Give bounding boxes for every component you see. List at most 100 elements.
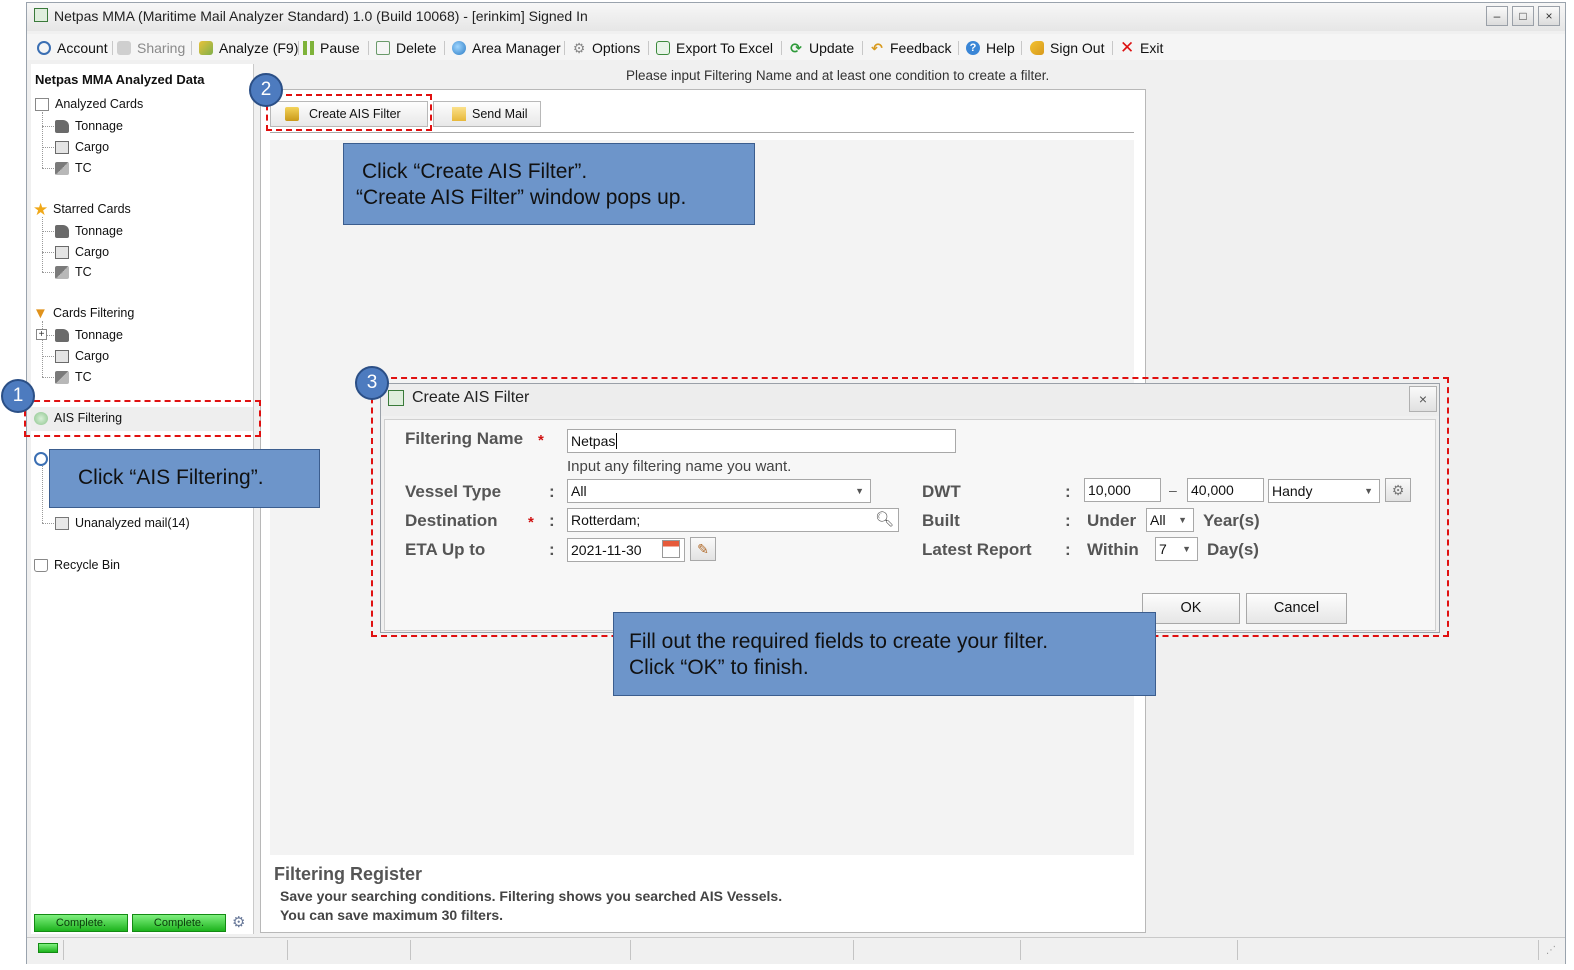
at-icon <box>37 41 51 55</box>
sidebar-item-label: Starred Cards <box>53 202 131 216</box>
connection-indicator-icon <box>38 943 58 953</box>
menu-export-excel-label: Export To Excel <box>676 40 774 56</box>
minimize-button[interactable]: – <box>1486 6 1508 26</box>
menu-export-excel[interactable]: Export To Excel <box>656 39 773 57</box>
sidebar-item-analyzed-cargo[interactable]: Cargo <box>55 140 109 154</box>
sidebar-item-starred-tc[interactable]: TC <box>55 265 92 279</box>
sidebar-item-filtering-tonnage[interactable]: Tonnage <box>55 328 123 342</box>
callout-step-3-line2: Click “OK” to finish. <box>629 656 809 679</box>
sidebar-item-label: Analyzed Cards <box>55 97 144 111</box>
star-icon: ★ <box>33 199 49 219</box>
progress-bar-1: Complete. <box>34 914 128 932</box>
menu-sharing[interactable]: Sharing <box>117 39 185 57</box>
menu-sign-out[interactable]: Sign Out <box>1030 39 1104 57</box>
tc-icon <box>55 265 69 279</box>
menu-exit[interactable]: ✕ Exit <box>1120 39 1163 57</box>
callout-step-2-line1: Click “Create AIS Filter”. <box>362 160 588 183</box>
progress-bar-2: Complete. <box>132 914 226 932</box>
sidebar-item-cards-filtering[interactable]: ▼ Cards Filtering <box>33 306 135 321</box>
expand-plus-icon[interactable]: + <box>36 329 47 340</box>
menu-area-manager[interactable]: Area Manager <box>452 39 561 57</box>
highlight-dialog <box>371 377 1449 637</box>
filter-hint: Please input Filtering Name and at least… <box>626 68 1050 83</box>
settings-gear-icon[interactable]: ⚙ <box>232 913 245 931</box>
menu-pause-label: Pause <box>320 40 360 56</box>
sidebar-item-starred-tonnage[interactable]: Tonnage <box>55 224 123 238</box>
ship-icon <box>55 119 69 133</box>
card-icon <box>35 97 49 111</box>
feedback-arrow-icon: ↶ <box>871 40 883 56</box>
step-2-badge: 2 <box>249 73 283 107</box>
filtering-register-line2: You can save maximum 30 filters. <box>280 907 504 923</box>
menu-help[interactable]: ? Help <box>966 39 1015 57</box>
tc-icon <box>55 161 69 175</box>
sidebar-item-filtering-cargo[interactable]: Cargo <box>55 349 109 363</box>
menu-feedback[interactable]: ↶ Feedback <box>870 39 951 57</box>
menu-update-label: Update <box>809 40 855 56</box>
sidebar-item-label: Cargo <box>75 349 110 363</box>
ship-icon <box>55 328 69 342</box>
pause-icon <box>303 41 314 55</box>
filtering-register-line1: Save your searching conditions. Filterin… <box>280 888 783 904</box>
sidebar-item-label: Recycle Bin <box>54 558 120 572</box>
menu-analyze-label: Analyze (F9) <box>219 40 299 56</box>
menu-area-manager-label: Area Manager <box>472 40 561 56</box>
globe-icon <box>452 41 466 55</box>
sidebar-item-filtering-tc[interactable]: TC <box>55 370 92 384</box>
sidebar-item-starred-cargo[interactable]: Cargo <box>55 245 109 259</box>
key-icon <box>1030 41 1044 55</box>
sidebar-item-label: Unanalyzed mail(14) <box>75 516 190 530</box>
app-icon <box>34 8 48 22</box>
callout-step-3-line1: Fill out the required fields to create y… <box>629 630 1049 653</box>
menu-options[interactable]: ⚙ Options <box>572 39 641 57</box>
sidebar-item-analyzed-tonnage[interactable]: Tonnage <box>55 119 123 133</box>
share-icon <box>117 41 131 55</box>
exit-x-icon: ✕ <box>1120 38 1135 57</box>
callout-step-1: Click “AIS Filtering”. <box>49 449 320 508</box>
menu-analyze[interactable]: Analyze (F9) <box>199 39 298 57</box>
callout-step-2: Click “Create AIS Filter”. “Create AIS Fi… <box>343 143 755 225</box>
sidebar-header: Netpas MMA Analyzed Data <box>35 72 205 87</box>
sidebar-item-analyzed-cards[interactable]: Analyzed Cards <box>35 97 143 111</box>
sidebar-item-recycle-bin[interactable]: Recycle Bin <box>34 558 120 572</box>
sidebar-item-starred-cards[interactable]: ★ Starred Cards <box>33 199 131 219</box>
highlight-ais-filtering <box>24 400 261 437</box>
sidebar-item-label: Cargo <box>75 245 110 259</box>
filtering-register-title: Filtering Register <box>274 864 423 884</box>
mail-at-icon <box>34 452 48 466</box>
menu-account-label: Account <box>57 40 108 56</box>
step-3-badge: 3 <box>355 366 389 400</box>
help-icon: ? <box>966 41 980 55</box>
menu-sharing-label: Sharing <box>137 40 186 56</box>
highlight-create-ais-filter <box>266 94 432 131</box>
sidebar-item-unanalyzed-mail[interactable]: Unanalyzed mail(14) <box>55 516 190 530</box>
menu-delete[interactable]: Delete <box>376 39 436 57</box>
mail-icon <box>55 516 69 530</box>
cargo-icon <box>55 245 69 259</box>
sidebar-item-label: Cards Filtering <box>53 306 135 320</box>
menu-update[interactable]: ⟳ Update <box>789 39 854 57</box>
sidebar-item-label: Tonnage <box>75 224 123 238</box>
resize-grip-icon[interactable]: ⋰ <box>1546 945 1556 956</box>
menu-pause[interactable]: Pause <box>303 39 360 57</box>
menu-account[interactable]: Account <box>37 39 108 57</box>
send-mail-button[interactable]: Send Mail <box>433 101 541 127</box>
close-window-button[interactable]: × <box>1538 6 1560 26</box>
ship-icon <box>55 224 69 238</box>
send-mail-icon <box>452 107 466 121</box>
sidebar-item-analyzed-tc[interactable]: TC <box>55 161 92 175</box>
excel-icon <box>656 41 670 55</box>
sidebar-item-label: TC <box>75 161 92 175</box>
analyze-icon <box>199 41 213 55</box>
cargo-icon <box>55 349 69 363</box>
callout-step-1-text: Click “AIS Filtering”. <box>78 466 264 489</box>
callout-step-2-line2: “Create AIS Filter” window pops up. <box>356 186 687 209</box>
sidebar-item-label: Tonnage <box>75 328 123 342</box>
menu-exit-label: Exit <box>1140 40 1164 56</box>
menu-help-label: Help <box>986 40 1015 56</box>
status-bar <box>27 937 1565 964</box>
maximize-button[interactable]: □ <box>1512 6 1534 26</box>
cargo-icon <box>55 140 69 154</box>
window-title: Netpas MMA (Maritime Mail Analyzer Stand… <box>54 8 588 24</box>
gear-icon: ⚙ <box>572 40 586 56</box>
